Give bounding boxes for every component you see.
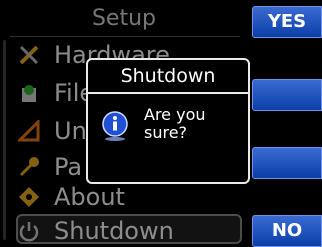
device-screen: Setup Hardware Files Units Pa About Shut… (0, 0, 322, 247)
dialog-message: Are you sure? (144, 105, 206, 142)
power-icon (19, 222, 39, 242)
units-icon (18, 120, 40, 142)
softkey-2-button[interactable] (252, 79, 322, 111)
files-icon (22, 85, 36, 102)
shutdown-dialog: Shutdown Are you sure? (86, 58, 250, 184)
title-divider (10, 36, 240, 37)
menu-item-label: About (54, 183, 125, 211)
tools-icon (19, 45, 39, 65)
key-icon (19, 157, 39, 177)
info-icon (102, 111, 128, 141)
menu-item-label: Shutdown (54, 217, 174, 245)
menu-scrollbar[interactable] (3, 40, 6, 240)
dialog-divider (88, 92, 248, 94)
menu-item-label: Pa (54, 153, 83, 181)
menu-item-shutdown[interactable]: Shutdown (16, 214, 242, 245)
softkey-3-button[interactable] (252, 147, 322, 179)
about-icon (19, 187, 39, 207)
dialog-title: Shutdown (120, 65, 216, 87)
no-button[interactable]: NO (252, 215, 322, 247)
yes-button[interactable]: YES (252, 6, 322, 38)
menu-title: Setup (91, 6, 157, 31)
menu-item-about[interactable]: About (18, 182, 243, 212)
